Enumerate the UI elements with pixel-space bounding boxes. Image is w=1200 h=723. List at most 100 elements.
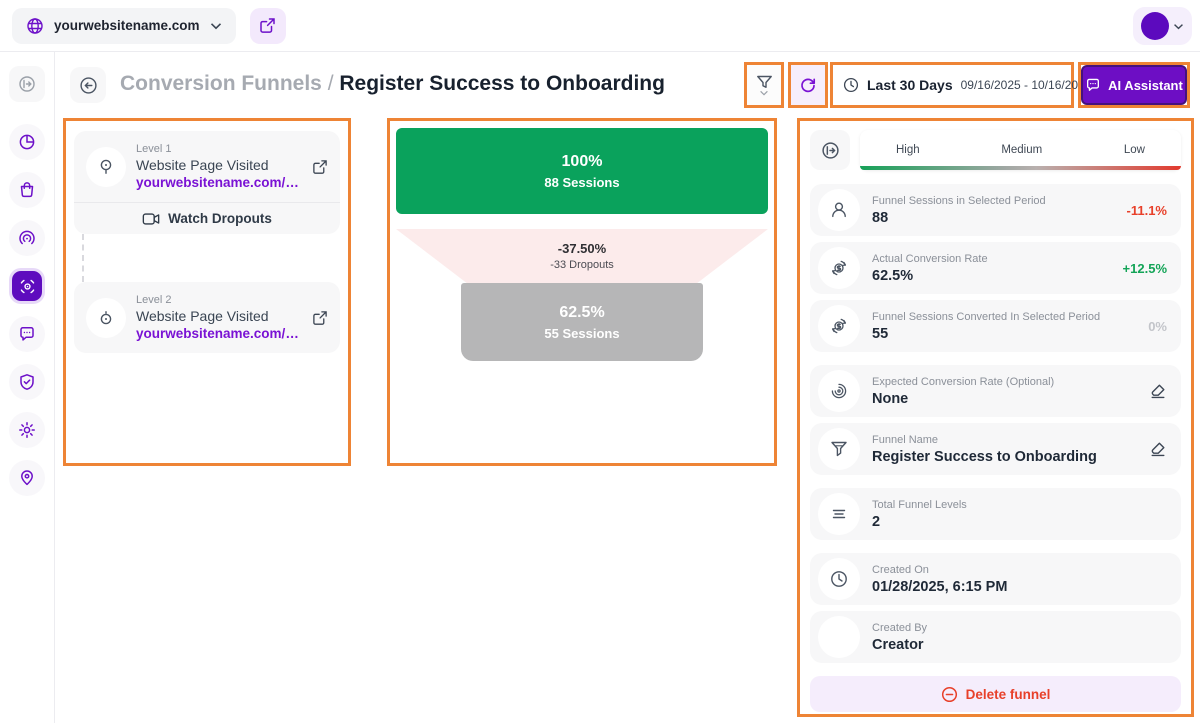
refresh-button[interactable] [788, 62, 828, 108]
external-link-icon[interactable] [312, 159, 328, 175]
stat-value: 55 [872, 326, 1136, 342]
legend-gradient-bar [860, 166, 1181, 170]
refresh-icon [799, 76, 817, 94]
gear-icon [18, 421, 36, 439]
sidebar-item-analytics[interactable] [9, 124, 45, 160]
filter-icon [756, 75, 773, 96]
external-link-icon[interactable] [312, 310, 328, 326]
sidebar-item-ecommerce[interactable] [9, 172, 45, 208]
legend-low: Low [1124, 144, 1145, 156]
panel-collapse-icon [821, 141, 840, 160]
level-url-link[interactable]: yourwebsitename.com/activa... [136, 326, 302, 341]
level-2-info: Level 2 Website Page Visited yourwebsite… [74, 282, 340, 353]
stat-label: Funnel Sessions in Selected Period [872, 195, 1115, 207]
level-url-link[interactable]: yourwebsitename.com/register [136, 175, 302, 190]
sidebar-item-funnels[interactable] [9, 268, 45, 304]
delta-badge: 0% [1148, 319, 1167, 334]
funnel-chart-panel: 100% 88 Sessions -37.50% -33 Dropouts 62… [387, 118, 777, 466]
stat-text: Expected Conversion Rate (Optional) None [872, 376, 1137, 407]
sidebar [0, 52, 55, 723]
legend-medium: Medium [1001, 144, 1042, 156]
stat-label: Funnel Name [872, 434, 1137, 446]
eraser-icon [1149, 440, 1167, 458]
breadcrumb: Conversion Funnels / Register Success to… [120, 72, 665, 96]
stat-label: Total Funnel Levels [872, 499, 1167, 511]
shopping-bag-icon [18, 181, 36, 199]
stat-label: Created On [872, 564, 1167, 576]
stat-label: Funnel Sessions Converted In Selected Pe… [872, 311, 1136, 323]
level-2-card: Level 2 Website Page Visited yourwebsite… [74, 282, 340, 353]
stage-2-sessions: 55 Sessions [544, 326, 619, 341]
delta-badge: -11.1% [1127, 203, 1167, 218]
sidebar-item-settings[interactable] [9, 412, 45, 448]
camera-icon [142, 212, 160, 226]
funnel-details-panel: High Medium Low Funnel Sessions in Selec… [797, 118, 1194, 717]
collapse-panel-button[interactable] [810, 130, 850, 170]
stage-1-percent: 100% [562, 153, 603, 171]
date-range-label: Last 30 Days [867, 77, 953, 93]
ai-assistant-button[interactable]: AI Assistant [1081, 65, 1187, 105]
ai-assistant-container: AI Assistant [1078, 62, 1190, 108]
delete-funnel-button[interactable]: Delete funnel [810, 676, 1181, 712]
stat-value: 62.5% [872, 268, 1111, 284]
level-2-text: Level 2 Website Page Visited yourwebsite… [136, 294, 302, 341]
level-connector-line [82, 234, 84, 282]
level-event: Website Page Visited [136, 308, 302, 324]
sidebar-item-feedback[interactable] [9, 316, 45, 352]
filter-button[interactable] [744, 62, 784, 108]
website-selector[interactable]: yourwebsitename.com [12, 8, 236, 44]
breadcrumb-section[interactable]: Conversion Funnels [120, 72, 322, 95]
stat-label: Actual Conversion Rate [872, 253, 1111, 265]
level-1-text: Level 1 Website Page Visited yourwebsite… [136, 143, 302, 190]
edit-expected-rate-button[interactable] [1149, 382, 1167, 400]
stat-row-created-by: Created By Creator [810, 611, 1181, 663]
funnel-icon [818, 428, 860, 470]
user-menu[interactable] [1133, 7, 1192, 45]
breadcrumb-separator: / [322, 72, 340, 95]
ai-assistant-label: AI Assistant [1108, 78, 1183, 93]
stat-label: Created By [872, 622, 1167, 634]
stat-text: Created By Creator [872, 622, 1167, 653]
level-1-card: Level 1 Website Page Visited yourwebsite… [74, 131, 340, 234]
gauge-icon [18, 229, 36, 247]
funnel-dropout-segment[interactable]: -37.50% -33 Dropouts [396, 229, 768, 283]
sidebar-item-sessions[interactable] [9, 220, 45, 256]
date-range-value: 09/16/2025 - 10/16/2025 [961, 78, 1092, 92]
stat-text: Actual Conversion Rate 62.5% [872, 253, 1111, 284]
stat-row-total-levels: Total Funnel Levels 2 [810, 488, 1181, 540]
chat-icon [18, 325, 36, 343]
stat-text: Created On 01/28/2025, 6:15 PM [872, 564, 1167, 595]
stat-row-converted-sessions: Funnel Sessions Converted In Selected Pe… [810, 300, 1181, 352]
stat-row-funnel-name: Funnel Name Register Success to Onboardi… [810, 423, 1181, 475]
funnel-stage-2[interactable]: 62.5% 55 Sessions [461, 283, 703, 361]
sidebar-item-journeys[interactable] [9, 460, 45, 496]
currency-exchange-icon [818, 305, 860, 347]
minus-circle-icon [941, 686, 958, 703]
back-button[interactable] [70, 67, 106, 103]
spiral-target-icon [818, 370, 860, 412]
open-website-button[interactable] [250, 8, 286, 44]
stat-value: Register Success to Onboarding [872, 449, 1137, 465]
funnel-stage-1[interactable]: 100% 88 Sessions [396, 128, 768, 214]
legend-labels: High Medium Low [860, 132, 1181, 168]
stat-value: Creator [872, 637, 1167, 653]
back-arrow-icon [79, 76, 98, 95]
stage-1-sessions: 88 Sessions [544, 175, 619, 190]
currency-exchange-icon [818, 247, 860, 289]
details-header: High Medium Low [810, 130, 1181, 170]
creator-avatar [818, 616, 860, 658]
chevron-down-icon [1173, 23, 1184, 30]
legend-high: High [896, 144, 920, 156]
sidebar-item-privacy[interactable] [9, 364, 45, 400]
sidebar-toggle-button[interactable] [9, 66, 45, 102]
edit-funnel-name-button[interactable] [1149, 440, 1167, 458]
date-range-selector[interactable]: Last 30 Days 09/16/2025 - 10/16/2025 [830, 62, 1074, 108]
stat-row-created-on: Created On 01/28/2025, 6:15 PM [810, 553, 1181, 605]
watch-dropouts-button[interactable]: Watch Dropouts [74, 202, 340, 234]
stat-label: Expected Conversion Rate (Optional) [872, 376, 1137, 388]
stat-value: 2 [872, 514, 1167, 530]
level-1-info: Level 1 Website Page Visited yourwebsite… [74, 131, 340, 202]
pie-chart-icon [18, 133, 36, 151]
chat-icon [1085, 77, 1101, 93]
target-dot-icon [86, 298, 126, 338]
